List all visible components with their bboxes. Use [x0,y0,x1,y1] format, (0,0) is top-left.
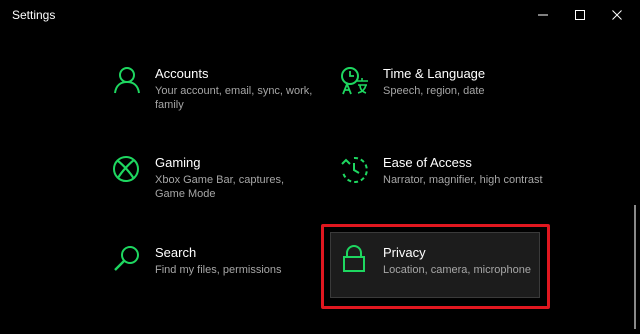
settings-tile-privacy[interactable]: Privacy Location, camera, microphone [340,245,550,311]
tile-description: Your account, email, sync, work, family [155,85,313,111]
tile-title: Time & Language [383,66,486,81]
close-icon [612,10,622,20]
time-language-icon [341,67,368,95]
title-bar: Settings [0,0,640,30]
maximize-icon [575,10,585,20]
tile-title: Accounts [155,66,209,81]
window-title: Settings [12,8,56,22]
tile-description: Speech, region, date [383,85,485,97]
tile-description: Location, camera, microphone [383,264,531,276]
tile-title: Ease of Access [383,155,472,170]
ease-of-access-icon [341,156,368,183]
settings-tile-accounts[interactable]: Accounts Your account, email, sync, work… [112,66,322,132]
minimize-icon [538,14,548,16]
search-icon [114,246,139,271]
tile-description: Narrator, magnifier, high contrast [383,174,543,186]
settings-tile-time-language[interactable]: Time & Language Speech, region, date [340,66,550,132]
scrollbar-thumb[interactable] [634,205,636,329]
tile-description: Xbox Game Bar, captures, Game Mode [155,174,285,200]
tile-description: Find my files, permissions [155,264,282,276]
lock-icon [343,245,365,272]
settings-tile-gaming[interactable]: Gaming Xbox Game Bar, captures, Game Mod… [112,155,322,221]
tile-title: Privacy [383,245,426,260]
tile-title: Gaming [155,155,201,170]
close-button[interactable] [594,0,640,30]
tile-title: Search [155,245,197,260]
settings-tile-ease-of-access[interactable]: Ease of Access Narrator, magnifier, high… [340,155,550,221]
person-icon [114,67,140,94]
settings-tile-search[interactable]: Search Find my files, permissions [112,245,322,311]
settings-window: Settings Accounts Your account, email, s… [0,0,640,334]
xbox-icon [113,156,139,182]
